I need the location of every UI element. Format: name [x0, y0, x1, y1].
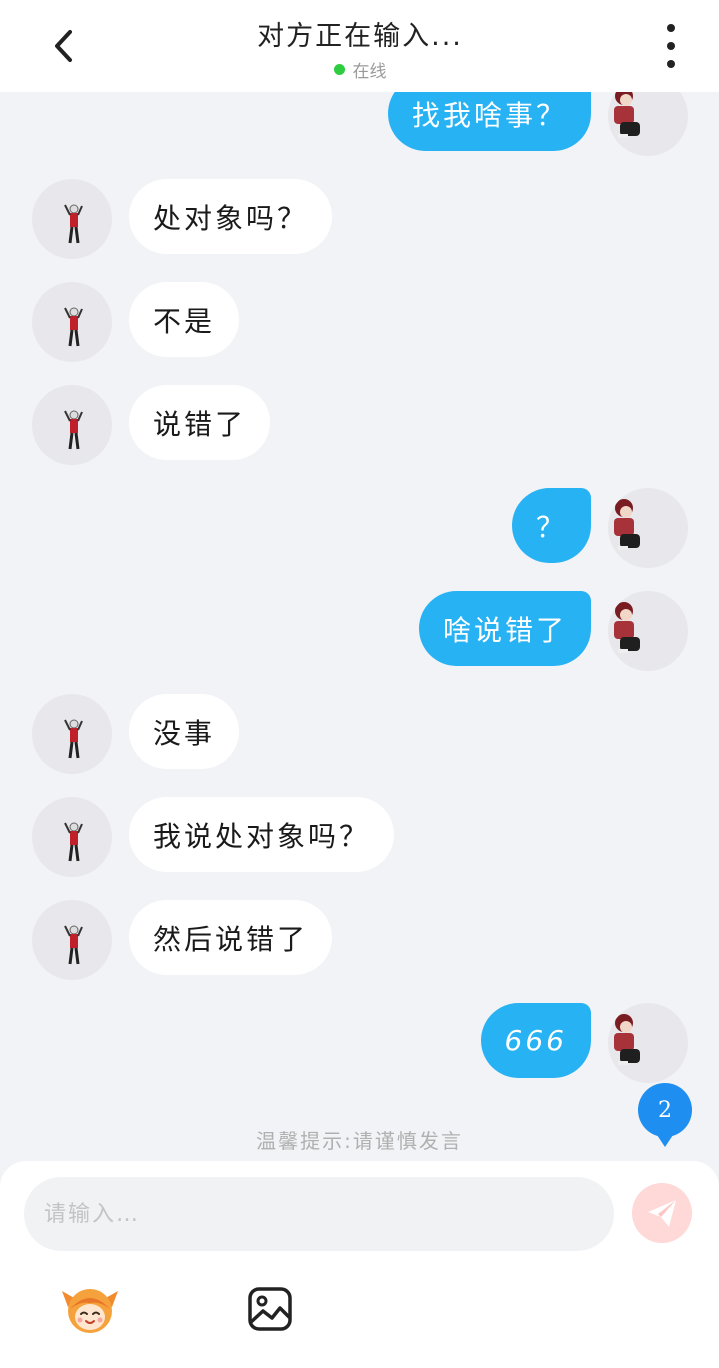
self-avatar-figure-icon [614, 499, 640, 550]
send-button[interactable] [632, 1183, 692, 1243]
avatar[interactable] [32, 900, 112, 980]
message-bubble[interactable]: 处对象吗？ [129, 179, 333, 254]
unread-count-badge[interactable]: 2 [638, 1083, 692, 1147]
image-button[interactable] [240, 1281, 300, 1337]
message-bubble[interactable]: 不是 [129, 282, 240, 357]
warning-tip: 温馨提示:请谨慎发言 [256, 1129, 463, 1153]
user-avatar-figure-icon [64, 307, 83, 347]
message-bubble[interactable]: ？ [511, 488, 591, 563]
avatar[interactable] [608, 1003, 688, 1083]
avatar[interactable] [608, 591, 688, 671]
avatar[interactable] [32, 694, 112, 774]
chat-title: 对方正在输入... [257, 21, 463, 52]
message-row: 不是 [0, 282, 719, 362]
message-row: 说错了 [0, 385, 719, 465]
user-avatar-figure-icon [64, 410, 83, 450]
message-input[interactable] [24, 1177, 614, 1251]
message-row: 啥说错了 [0, 591, 719, 671]
avatar[interactable] [32, 385, 112, 465]
message-bubble[interactable]: 说错了 [129, 385, 271, 460]
avatar[interactable] [32, 179, 112, 259]
more-dot-icon [667, 42, 675, 50]
chevron-left-icon [55, 30, 72, 62]
composer-bar [0, 1161, 719, 1368]
user-avatar-figure-icon [64, 925, 83, 965]
chat-header: 对方正在输入... 在线 [0, 0, 719, 92]
more-dot-icon [667, 60, 675, 68]
avatar[interactable] [32, 797, 112, 877]
avatar[interactable] [32, 282, 112, 362]
status-text: 在线 [352, 62, 387, 82]
message-bubble[interactable]: 我说处对象吗？ [129, 797, 395, 872]
self-avatar-figure-icon [614, 602, 640, 653]
user-avatar-figure-icon [64, 822, 83, 862]
sticker-button[interactable] [60, 1281, 120, 1337]
sticker-face-icon [62, 1289, 118, 1333]
message-bubble[interactable]: 没事 [129, 694, 240, 769]
header-center: 对方正在输入... 在线 [180, 14, 540, 82]
user-avatar-figure-icon [64, 204, 83, 244]
message-row: 处对象吗？ [0, 179, 719, 259]
message-row: 没事 [0, 694, 719, 774]
message-row: 我说处对象吗？ [0, 797, 719, 877]
message-bubble[interactable]: 666 [480, 1003, 591, 1078]
message-row: 然后说错了 [0, 900, 719, 980]
more-dot-icon [667, 24, 675, 32]
avatar[interactable] [608, 488, 688, 568]
online-status: 在线 [180, 57, 540, 82]
user-avatar-figure-icon [64, 719, 83, 759]
more-options-button[interactable] [651, 24, 691, 68]
message-row: 666 [0, 1003, 719, 1083]
image-icon [248, 1287, 292, 1331]
online-dot-icon [333, 64, 345, 75]
message-bubble[interactable]: 然后说错了 [129, 900, 333, 975]
message-row: ？ [0, 488, 719, 568]
paper-plane-icon [648, 1200, 676, 1227]
self-avatar-figure-icon [614, 1014, 640, 1065]
message-bubble[interactable]: 啥说错了 [418, 591, 591, 666]
back-button[interactable] [36, 18, 92, 74]
